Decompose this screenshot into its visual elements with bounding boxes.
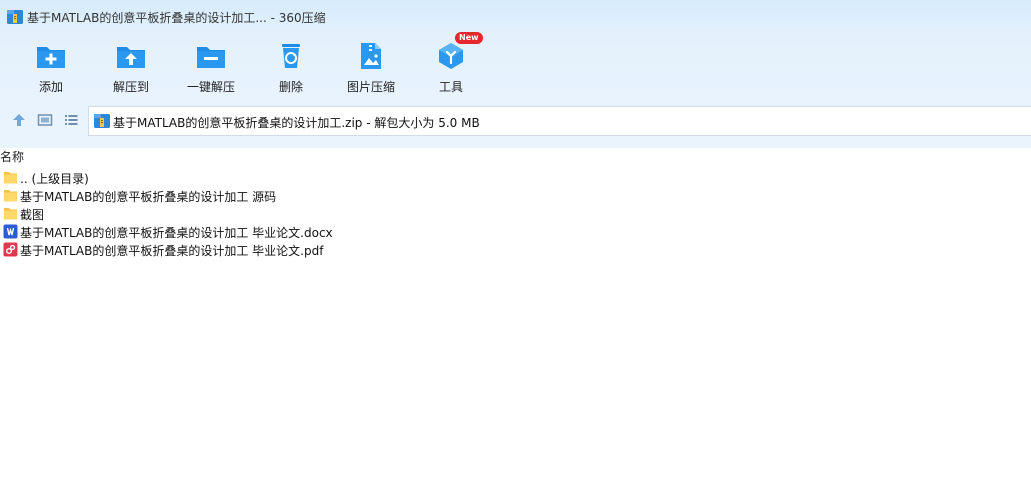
- column-header-name[interactable]: 名称: [0, 148, 24, 165]
- list-item[interactable]: 基于MATLAB的创意平板折叠桌的设计加工 源码: [0, 187, 1031, 205]
- folder-icon: [3, 206, 18, 221]
- one-click-extract-icon: [195, 40, 227, 72]
- list-item[interactable]: 基于MATLAB的创意平板折叠桌的设计加工 毕业论文.docx: [0, 223, 1031, 241]
- folder-icon: [3, 188, 18, 203]
- list-item[interactable]: 基于MATLAB的创意平板折叠桌的设计加工 毕业论文.pdf: [0, 241, 1031, 259]
- new-badge: New: [455, 32, 483, 44]
- one-click-extract-button[interactable]: 一键解压: [176, 36, 246, 98]
- list-item-name: 基于MATLAB的创意平板折叠桌的设计加工 源码: [20, 190, 277, 204]
- add-icon: [35, 40, 67, 72]
- thumbnail-view-icon[interactable]: [37, 112, 53, 128]
- delete-label: 删除: [278, 80, 303, 94]
- extract-to-icon: [115, 40, 147, 72]
- list-item-name: 基于MATLAB的创意平板折叠桌的设计加工 毕业论文.docx: [20, 226, 333, 240]
- navigation-row: 基于MATLAB的创意平板折叠桌的设计加工.zip - 解包大小为 5.0 MB: [0, 106, 1031, 136]
- list-item[interactable]: .. (上级目录): [0, 169, 1031, 187]
- tools-icon: [435, 40, 467, 72]
- window-title: 基于MATLAB的创意平板折叠桌的设计加工... - 360压缩: [27, 11, 326, 25]
- archive-icon: [94, 114, 110, 131]
- address-bar[interactable]: 基于MATLAB的创意平板折叠桌的设计加工.zip - 解包大小为 5.0 MB: [88, 106, 1031, 136]
- title-bar: 基于MATLAB的创意平板折叠桌的设计加工... - 360压缩: [0, 0, 1031, 32]
- add-button[interactable]: 添加: [16, 36, 86, 98]
- list-item-name: 截图: [20, 208, 45, 222]
- address-text: 基于MATLAB的创意平板折叠桌的设计加工.zip - 解包大小为 5.0 MB: [113, 116, 480, 130]
- image-compress-label: 图片压缩: [346, 80, 395, 94]
- file-list: .. (上级目录) 基于MATLAB的创意平板折叠桌的设计加工 源码 截图 基于…: [0, 169, 1031, 259]
- tools-button[interactable]: 工具: [416, 36, 486, 98]
- recycle-bin-icon: [275, 40, 307, 72]
- list-item[interactable]: 截图: [0, 205, 1031, 223]
- extract-to-button[interactable]: 解压到: [96, 36, 166, 98]
- image-compress-button[interactable]: 图片压缩: [336, 36, 406, 98]
- list-item-name: .. (上级目录): [20, 172, 89, 186]
- one-click-extract-label: 一键解压: [186, 80, 235, 94]
- list-item-name: 基于MATLAB的创意平板折叠桌的设计加工 毕业论文.pdf: [20, 244, 324, 258]
- archive-icon: [7, 10, 23, 27]
- pdf-icon: [3, 242, 18, 257]
- folder-icon: [3, 170, 18, 185]
- list-view-icon[interactable]: [63, 112, 79, 128]
- word-icon: [3, 224, 18, 239]
- delete-button[interactable]: 删除: [256, 36, 326, 98]
- extract-to-label: 解压到: [112, 80, 149, 94]
- toolbar: 添加 解压到 一键解压 删除 图片压缩 工具 New: [0, 32, 1031, 98]
- up-arrow-icon[interactable]: [11, 112, 27, 128]
- tools-label: 工具: [438, 80, 463, 94]
- image-compress-icon: [355, 40, 387, 72]
- add-label: 添加: [38, 80, 63, 94]
